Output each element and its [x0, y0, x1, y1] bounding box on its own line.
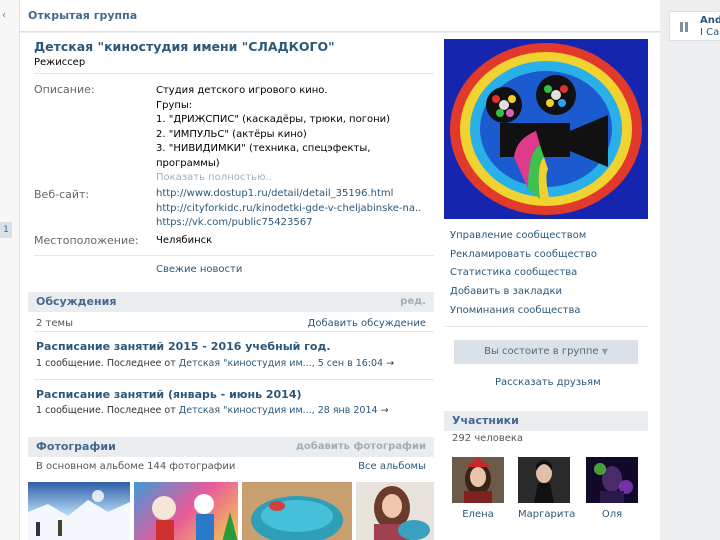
- topic-title[interactable]: Расписание занятий 2015 - 2016 учебный г…: [36, 340, 331, 353]
- chevron-left-icon[interactable]: ‹: [2, 10, 6, 21]
- topic-date-link[interactable]: , 5 сен в 16:04: [312, 358, 383, 369]
- website-link[interactable]: http://www.dostup1.ru/detail/detail_3519…: [156, 187, 421, 202]
- member-name[interactable]: Маргарита: [518, 509, 575, 520]
- location-value: Челябинск: [156, 235, 213, 246]
- member-card[interactable]: Елена: [452, 457, 504, 520]
- manage-community-link[interactable]: Управление сообществом: [450, 230, 586, 241]
- description-line: 2. "ИМПУЛЬС" (актёры кино): [156, 128, 307, 140]
- edit-discussions-link[interactable]: ред.: [400, 296, 426, 307]
- track-title: I Ca: [700, 27, 720, 38]
- caret-down-icon: ▼: [601, 347, 608, 356]
- photo-thumbnail[interactable]: [28, 482, 130, 540]
- group-name: Детская "киностудия имени "СЛАДКОГО": [34, 39, 335, 54]
- community-mentions-link[interactable]: Упоминания сообщества: [450, 305, 581, 316]
- avatar[interactable]: [452, 457, 504, 503]
- avatar[interactable]: [586, 457, 638, 503]
- group-page: Детская "киностудия имени "СЛАДКОГО" Реж…: [20, 33, 660, 540]
- topic-title[interactable]: Расписание занятий (январь - июнь 2014): [36, 388, 302, 401]
- winter-photo-image: [28, 490, 130, 540]
- avatar[interactable]: [518, 457, 570, 503]
- member-card[interactable]: Маргарита: [518, 457, 575, 520]
- divider: [444, 326, 648, 327]
- member-name[interactable]: Елена: [452, 509, 504, 520]
- arrow-right-icon[interactable]: →: [386, 358, 394, 369]
- description-line: 3. "НИВИДИМКИ" (техника, спецэфекты,: [156, 143, 371, 154]
- group-status: Режиссер: [34, 57, 86, 68]
- topic-author-link[interactable]: Детская "киностудия им...: [179, 405, 312, 416]
- counter-badge[interactable]: 1: [0, 222, 12, 238]
- topic-meta-prefix: 1 сообщение. Последнее от: [36, 358, 176, 369]
- photos-header: Фотографии добавить фотографии: [28, 437, 434, 457]
- news-link[interactable]: Свежие новости: [156, 264, 242, 275]
- discussions-header: Обсуждения ред.: [28, 292, 434, 312]
- group-cover-image[interactable]: [444, 39, 648, 219]
- topics-count: 2 темы: [36, 318, 73, 329]
- photo-thumbnail[interactable]: [134, 482, 238, 540]
- add-photos-link[interactable]: добавить фотографии: [296, 441, 426, 452]
- divider: [34, 379, 434, 380]
- members-title[interactable]: Участники: [452, 414, 519, 427]
- film-camera-logo-image: [444, 39, 648, 219]
- topic-meta: 1 сообщение. Последнее от Детская "кинос…: [36, 358, 394, 369]
- tell-friends-link[interactable]: Рассказать друзьям: [495, 377, 601, 388]
- description-line: Групы:: [156, 99, 193, 111]
- add-discussion-link[interactable]: Добавить обсуждение: [308, 318, 426, 329]
- photo-thumbnail[interactable]: [356, 482, 434, 540]
- album-info: В основном альбоме 144 фотографии: [36, 461, 236, 472]
- festive-photo-image: [152, 494, 238, 540]
- website-link[interactable]: http://cityforkidc.ru/kinodetki-gde-v-ch…: [156, 202, 421, 217]
- advertise-community-link[interactable]: Рекламировать сообщество: [450, 249, 597, 260]
- photos-title[interactable]: Фотографии: [36, 440, 116, 453]
- website-label: Веб-сайт:: [34, 188, 90, 201]
- member-name[interactable]: Оля: [586, 509, 638, 520]
- all-albums-link[interactable]: Все альбомы: [358, 461, 426, 472]
- right-column: And I Ca: [660, 0, 720, 540]
- website-link[interactable]: https://vk.com/public75423567: [156, 216, 421, 231]
- topic-author-link[interactable]: Детская "киностудия им...: [179, 358, 312, 369]
- photo-thumbnail[interactable]: [242, 482, 352, 540]
- arrow-right-icon[interactable]: →: [381, 405, 389, 416]
- website-list: http://www.dostup1.ru/detail/detail_3519…: [156, 187, 421, 231]
- divider: [34, 73, 434, 74]
- description-line: программы): [156, 157, 220, 169]
- pause-icon[interactable]: [680, 22, 690, 32]
- membership-dropdown-button[interactable]: Вы состоите в группе ▼: [454, 340, 638, 364]
- add-bookmark-link[interactable]: Добавить в закладки: [450, 286, 562, 297]
- left-edge-strip: ‹ 1: [0, 0, 20, 540]
- topic-meta: 1 сообщение. Последнее от Детская "кинос…: [36, 405, 389, 416]
- description-text: Студия детского игрового кино. Групы: 1.…: [156, 84, 390, 186]
- group-type-title: Открытая группа: [28, 9, 138, 22]
- description-label: Описание:: [34, 83, 95, 96]
- topic-meta-prefix: 1 сообщение. Последнее от: [36, 405, 176, 416]
- community-stats-link[interactable]: Статистика сообщества: [450, 267, 577, 278]
- membership-label: Вы состоите в группе: [484, 346, 599, 357]
- description-line: Студия детского игрового кино.: [156, 85, 328, 96]
- show-more-link[interactable]: Показать полностью..: [156, 171, 390, 186]
- divider: [34, 255, 434, 256]
- members-count: 292 человека: [452, 433, 524, 444]
- page-header: Открытая группа: [20, 0, 660, 32]
- girl-photo-image: [374, 486, 430, 540]
- audio-player-widget[interactable]: And I Ca: [669, 11, 720, 41]
- divider: [34, 331, 434, 332]
- topic-date-link[interactable]: , 28 янв 2014: [312, 405, 378, 416]
- cake-photo-image: [251, 496, 343, 540]
- discussions-title[interactable]: Обсуждения: [36, 295, 116, 308]
- members-header: Участники: [444, 411, 648, 431]
- member-card[interactable]: Оля: [586, 457, 638, 520]
- track-artist: And: [700, 15, 720, 26]
- location-label: Местоположение:: [34, 234, 139, 247]
- description-line: 1. "ДРИЖСПИС" (каскадёры, трюки, погони): [156, 114, 391, 125]
